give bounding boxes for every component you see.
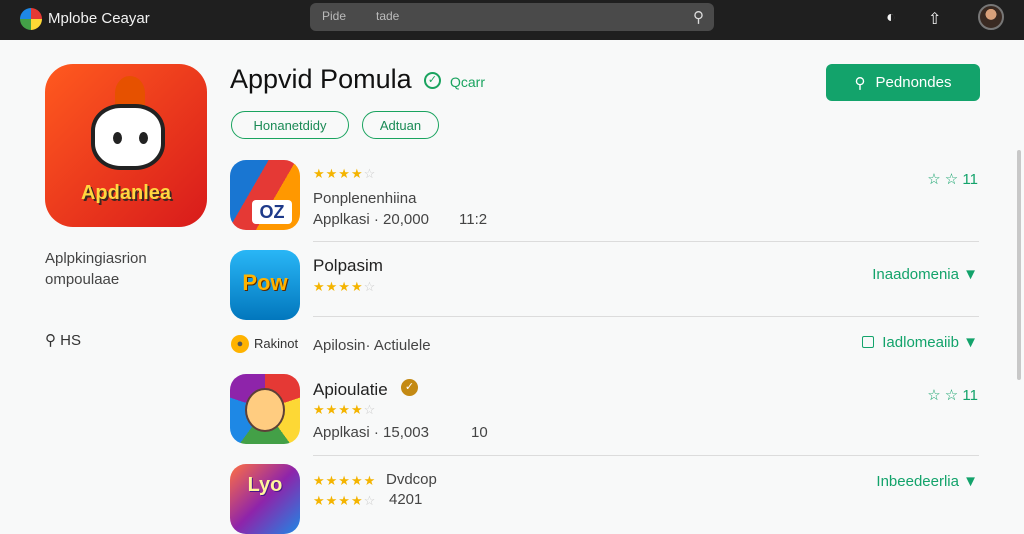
divider: [313, 316, 979, 317]
section-badge-label: Rakinot: [254, 336, 299, 351]
app-meta-3-right: 10: [471, 424, 488, 441]
top-bar: Mplobe Ceayar Pide tade ⚲ ◐ ⇧: [0, 0, 1024, 40]
app-icon-3[interactable]: [230, 374, 300, 444]
section-action[interactable]: Iadlomeaiib ▼: [862, 334, 978, 351]
rating-stars: ★★★★★: [313, 473, 377, 488]
app-icon-2[interactable]: Pow: [230, 250, 300, 320]
app-name-2[interactable]: Polpasim: [313, 256, 383, 276]
app-meta-3: Applkasi · 15,003: [313, 424, 429, 441]
section-action-label: Iadlomeaiib ▼: [882, 334, 978, 351]
chip-2[interactable]: Adtuan: [362, 111, 439, 139]
rating-stars: ★★★★☆: [313, 166, 377, 181]
side-search[interactable]: ⚲ HS: [45, 331, 81, 349]
app-name: Mplobe Ceayar: [48, 10, 150, 27]
app-hero-face: [91, 104, 165, 170]
title-tag[interactable]: Qcarr: [450, 74, 485, 90]
rating-stars-2: ★★★★☆: [313, 493, 377, 508]
search-text-2: tade: [376, 9, 400, 23]
verified-check-icon: ✓: [424, 72, 441, 89]
section-badge-icon: ●: [231, 335, 249, 353]
info-icon[interactable]: ◐: [886, 9, 896, 27]
divider: [313, 455, 979, 456]
avatar[interactable]: [978, 4, 1004, 30]
page-title: Appvid Pomula: [230, 64, 412, 94]
app-name-4[interactable]: Dvdcop: [386, 471, 437, 488]
app-meta-1: Applkasi · 20,000: [313, 211, 429, 228]
favorite-stars-action[interactable]: ☆ ☆ 11: [927, 170, 978, 188]
search-icon[interactable]: ⚲: [693, 8, 704, 26]
divider: [313, 241, 979, 242]
search-input[interactable]: Pide tade ⚲: [310, 3, 714, 31]
search-icon: ⚲: [854, 74, 866, 92]
primary-action-label: Pednondes: [875, 74, 952, 91]
side-search-label: HS: [60, 332, 82, 349]
search-icon[interactable]: ⚲: [45, 332, 56, 349]
share-icon[interactable]: ⇧: [928, 9, 941, 29]
app-hero-title: Apdanlea: [80, 182, 172, 204]
app-hero-icon: Apdanlea: [45, 64, 207, 227]
app-name-3[interactable]: Apioulatie: [313, 380, 388, 400]
app-icon-2-label: Pow: [242, 270, 288, 295]
rating-stars: ★★★★☆: [313, 279, 377, 294]
rating-stars: ★★★★☆: [313, 402, 377, 417]
app-meta-1-right: 11:2: [459, 211, 488, 228]
app-description: Aplpkingiasrion ompoulaae: [45, 250, 147, 288]
app-hero-eye-right: [139, 132, 148, 144]
primary-action-button[interactable]: ⚲ Pednondes: [826, 64, 980, 101]
search-text-1: Pide: [322, 9, 347, 23]
scrollbar[interactable]: [1017, 150, 1021, 380]
badge-icon: ✓: [401, 379, 418, 396]
app-icon-1[interactable]: OZ: [230, 160, 300, 230]
app-logo-icon: [20, 8, 42, 30]
app-icon-3-face: [245, 388, 285, 432]
section-title: Apilosin· Actiulele: [313, 337, 431, 354]
install-dropdown[interactable]: Inaadomenia ▼: [872, 266, 978, 283]
install-dropdown[interactable]: Inbeedeerlia ▼: [876, 473, 978, 490]
app-name-1[interactable]: Ponplenenhiina: [313, 190, 416, 207]
app-icon-4[interactable]: Lyo: [230, 464, 300, 534]
app-meta-4-right: 4201: [389, 491, 423, 508]
app-hero-eye-left: [113, 132, 122, 144]
checkbox-icon: [862, 336, 875, 348]
app-icon-1-label: OZ: [252, 200, 292, 224]
app-icon-4-label: Lyo: [247, 474, 283, 496]
favorite-stars-action[interactable]: ☆ ☆ 11: [927, 386, 978, 404]
chip-1[interactable]: Honanetdidy: [231, 111, 349, 139]
